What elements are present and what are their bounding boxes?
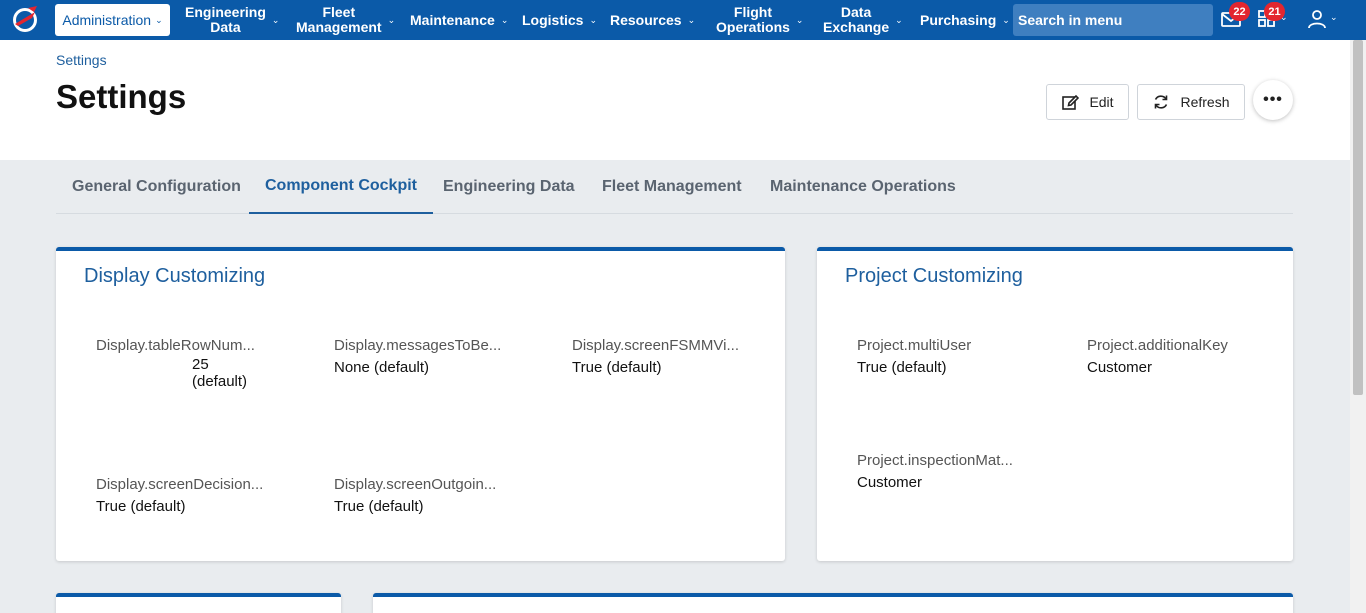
scrollbar-thumb[interactable] — [1353, 40, 1363, 395]
setting-item[interactable]: Project.additionalKey Customer — [1087, 337, 1267, 376]
setting-item[interactable]: Display.screenDecision... True (default) — [96, 476, 271, 515]
mail-count-badge: 22 — [1229, 2, 1250, 21]
nav-data-exchange[interactable]: Data Exchange ⌄ — [823, 0, 903, 40]
edit-button[interactable]: Edit — [1046, 84, 1129, 120]
setting-value: 25 (default) — [192, 356, 248, 390]
more-options-button[interactable]: ••• — [1253, 80, 1293, 120]
setting-key: Display.tableRowNum... — [96, 337, 255, 354]
nav-maintenance[interactable]: Maintenance ⌄ — [410, 0, 508, 40]
chevron-down-icon: ⌄ — [1330, 12, 1338, 22]
nav-administration-label: Administration — [62, 12, 152, 28]
card-title: Display Customizing — [84, 265, 266, 287]
setting-value: Customer — [857, 474, 923, 491]
nav-fleet-management[interactable]: Fleet Management ⌄ — [296, 0, 395, 40]
page-scrollbar[interactable] — [1350, 40, 1366, 613]
nav-label: Logistics — [522, 11, 584, 28]
edit-icon — [1062, 94, 1080, 110]
nav-engineering-data[interactable]: Engineering Data ⌄ — [185, 0, 279, 40]
setting-key: Display.screenDecision... — [96, 476, 264, 493]
setting-value: True (default) — [572, 359, 662, 376]
refresh-icon — [1155, 95, 1168, 109]
setting-item[interactable]: Display.screenOutgoin... True (default) — [334, 476, 509, 515]
setting-value: Customer — [1087, 359, 1153, 376]
tab-label: Component Cockpit — [265, 177, 417, 194]
settings-tabs: General Configuration Component Cockpit … — [56, 160, 1293, 214]
setting-value: True (default) — [857, 359, 947, 376]
setting-key: Display.screenOutgoin... — [334, 476, 497, 493]
edit-button-label: Edit — [1089, 94, 1114, 110]
nav-label: Flight Operations — [716, 4, 790, 35]
refresh-button[interactable]: Refresh — [1137, 84, 1245, 120]
chevron-down-icon: ⌄ — [271, 14, 280, 25]
chevron-down-icon: ⌄ — [687, 14, 696, 25]
setting-item[interactable]: Project.multiUser True (default) — [857, 337, 1027, 376]
nav-flight-operations[interactable]: Flight Operations ⌄ — [716, 0, 803, 40]
setting-value: True (default) — [334, 498, 424, 515]
nav-label: Purchasing — [920, 11, 997, 28]
project-customizing-card: Project Customizing Project.multiUser Tr… — [817, 247, 1293, 561]
chevron-down-icon: ⌄ — [500, 14, 509, 25]
setting-item[interactable]: Display.tableRowNum... 25 (default) — [96, 337, 266, 390]
nav-label: Resources — [610, 11, 682, 28]
chevron-down-icon: ⌄ — [155, 14, 163, 25]
tab-maintenance-operations[interactable]: Maintenance Operations — [754, 160, 972, 214]
setting-key: Display.screenFSMMVi... — [572, 337, 739, 354]
tab-general-configuration[interactable]: General Configuration — [56, 160, 257, 214]
tab-component-cockpit[interactable]: Component Cockpit — [249, 160, 433, 214]
page-header: Settings Settings Edit Refresh ••• — [0, 40, 1350, 160]
nav-resources[interactable]: Resources ⌄ — [610, 0, 695, 40]
nav-label: Fleet Management — [296, 4, 382, 35]
apps-button[interactable]: 21 — [1256, 2, 1285, 32]
page-title: Settings — [56, 78, 187, 115]
chevron-down-icon: ⌄ — [1002, 14, 1010, 25]
chevron-down-icon: ⌄ — [589, 14, 598, 25]
messages-button[interactable]: 22 — [1220, 2, 1250, 32]
setting-item[interactable]: Display.messagesToBe... None (default) — [334, 337, 506, 376]
chevron-down-icon: ⌄ — [795, 14, 804, 25]
nav-purchasing[interactable]: Purchasing ⌄ — [920, 0, 1010, 40]
tab-label: Maintenance Operations — [770, 178, 956, 195]
tab-label: General Configuration — [72, 178, 241, 195]
more-icon: ••• — [1263, 91, 1283, 108]
refresh-button-label: Refresh — [1180, 94, 1230, 110]
setting-value: True (default) — [96, 498, 186, 515]
setting-value: None (default) — [334, 359, 430, 376]
nav-logistics[interactable]: Logistics ⌄ — [522, 0, 597, 40]
setting-key: Project.additionalKey — [1087, 337, 1228, 354]
setting-key: Display.messagesToBe... — [334, 337, 502, 354]
menu-search-placeholder: Search in menu — [1018, 12, 1123, 28]
app-logo-icon[interactable] — [10, 4, 40, 34]
chevron-down-icon: ⌄ — [387, 14, 396, 25]
top-navigation-bar: Administration ⌄ Engineering Data ⌄ Flee… — [0, 0, 1366, 40]
nav-label: Data Exchange — [823, 4, 890, 35]
nav-administration[interactable]: Administration ⌄ — [55, 4, 170, 36]
tab-label: Engineering Data — [443, 178, 575, 195]
setting-item[interactable]: Display.screenFSMMVi... True (default) — [572, 337, 747, 376]
setting-key: Project.inspectionMat... — [857, 452, 1013, 469]
chevron-down-icon: ⌄ — [895, 14, 903, 25]
tab-fleet-management[interactable]: Fleet Management — [586, 160, 758, 214]
setting-item[interactable]: Project.inspectionMat... Customer — [857, 452, 1027, 491]
user-icon — [1308, 10, 1326, 29]
display-customizing-card: Display Customizing Display.tableRowNum.… — [56, 247, 785, 561]
nav-label: Engineering Data — [185, 4, 266, 35]
tab-engineering-data[interactable]: Engineering Data — [427, 160, 591, 214]
breadcrumb[interactable]: Settings — [56, 52, 107, 68]
user-menu-button[interactable] — [1306, 8, 1330, 32]
nav-label: Maintenance — [410, 11, 495, 28]
tab-label: Fleet Management — [602, 178, 742, 195]
customizing-card — [56, 593, 341, 613]
setting-key: Project.multiUser — [857, 337, 972, 354]
chevron-down-icon: ⌄ — [1280, 12, 1288, 22]
card-title: Project Customizing — [845, 265, 1023, 287]
customizing-card — [373, 593, 1293, 613]
menu-search-input[interactable]: Search in menu — [1013, 4, 1213, 36]
